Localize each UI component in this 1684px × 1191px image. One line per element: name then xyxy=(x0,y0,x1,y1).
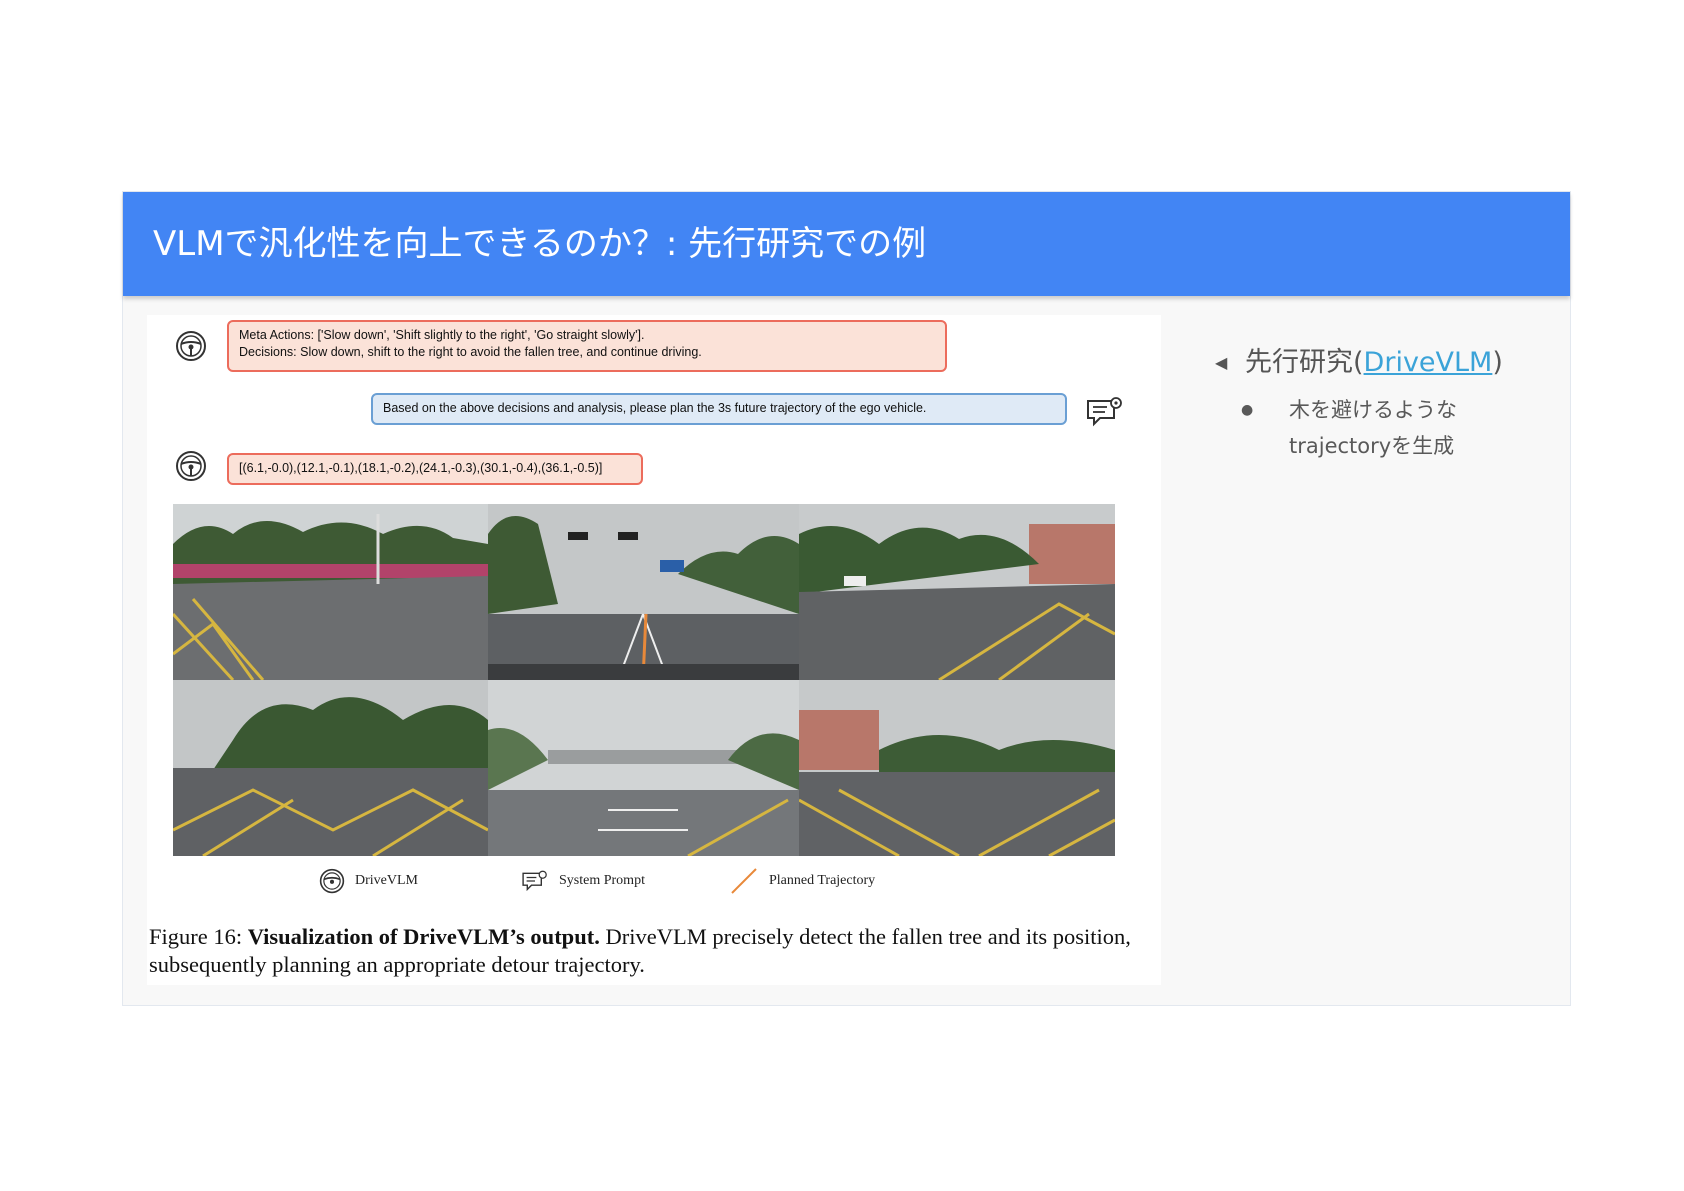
slide-title: VLMで汎化性を向上できるのか？: 先行研究での例 xyxy=(153,224,927,264)
trajectory-bubble: [(6.1,-0.0),(12.1,-0.1),(18.1,-0.2),(24.… xyxy=(227,453,643,485)
legend-system-prompt-label: System Prompt xyxy=(559,873,645,888)
camera-front xyxy=(488,504,799,680)
system-prompt-text: Based on the above decisions and analysi… xyxy=(383,401,927,415)
legend-drivevlm: DriveVLM xyxy=(319,866,418,896)
note-sub-text: 木を避けるような trajectoryを生成 xyxy=(1289,398,1457,458)
trajectory-line-icon xyxy=(731,868,757,894)
bullet-triangle-icon: ◀ xyxy=(1215,353,1228,372)
note-sub: ● 木を避けるような trajectoryを生成 xyxy=(1215,392,1499,464)
chat-settings-icon xyxy=(1087,397,1122,427)
caption-label: Figure 16: xyxy=(149,924,243,949)
camera-front-left xyxy=(173,504,488,680)
drivevlm-link[interactable]: DriveVLM xyxy=(1364,347,1493,378)
paper-figure: Meta Actions: ['Slow down', 'Shift sligh… xyxy=(147,315,1161,985)
camera-grid xyxy=(173,504,1115,856)
legend-planned-trajectory-label: Planned Trajectory xyxy=(769,873,876,888)
note-main: ◀ 先行研究(DriveVLM) xyxy=(1215,342,1555,384)
legend-planned-trajectory: Planned Trajectory xyxy=(729,866,875,896)
legend-system-prompt: System Prompt xyxy=(521,866,645,896)
chat-settings-icon xyxy=(522,870,547,892)
legend-drivevlm-label: DriveVLM xyxy=(355,873,418,888)
caption-bold: Visualization of DriveVLM’s output. xyxy=(247,924,600,949)
steering-wheel-icon xyxy=(319,868,345,894)
slide: VLMで汎化性を向上できるのか？: 先行研究での例 Meta Actions: … xyxy=(122,191,1571,1006)
camera-back-left xyxy=(173,680,488,856)
trajectory-text: [(6.1,-0.0),(12.1,-0.1),(18.1,-0.2),(24.… xyxy=(239,461,603,475)
camera-back-right xyxy=(799,680,1115,856)
title-bar: VLMで汎化性を向上できるのか？: 先行研究での例 xyxy=(123,192,1570,296)
decisions-line: Decisions: Slow down, shift to the right… xyxy=(239,345,702,359)
system-prompt-bubble: Based on the above decisions and analysi… xyxy=(371,393,1067,425)
camera-back xyxy=(488,680,799,856)
camera-front-right xyxy=(799,504,1115,680)
note-suffix: ) xyxy=(1492,347,1503,378)
notes-panel: ◀ 先行研究(DriveVLM) ● 木を避けるような trajectoryを生… xyxy=(1215,342,1555,464)
meta-actions-line: Meta Actions: ['Slow down', 'Shift sligh… xyxy=(239,328,645,342)
meta-actions-bubble: Meta Actions: ['Slow down', 'Shift sligh… xyxy=(227,320,947,372)
figure-caption: Figure 16: Visualization of DriveVLM’s o… xyxy=(149,923,1159,979)
note-prefix: 先行研究( xyxy=(1245,347,1364,378)
steering-wheel-icon xyxy=(176,451,206,481)
bullet-dot-icon: ● xyxy=(1241,402,1254,418)
steering-wheel-icon xyxy=(176,331,206,361)
